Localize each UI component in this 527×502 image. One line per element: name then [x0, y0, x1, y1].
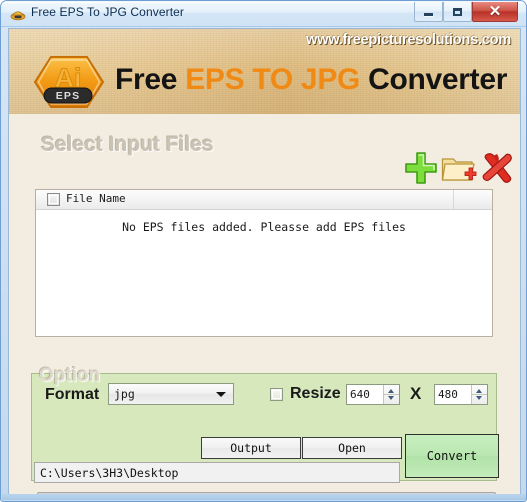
- clear-list-icon[interactable]: [480, 149, 516, 185]
- minimize-button[interactable]: [414, 2, 443, 22]
- spinner-up-icon[interactable]: [388, 389, 394, 393]
- close-icon: ✕: [473, 2, 517, 21]
- chevron-down-icon: [216, 392, 226, 397]
- checkbox-inner: [272, 390, 281, 399]
- product-logo-icon: Ai EPS: [31, 54, 107, 111]
- checkbox-inner: [49, 195, 58, 204]
- app-icon: [10, 7, 26, 21]
- section-title-select-input-files: Select Input Files: [41, 133, 214, 156]
- client-area: www.freepicturesolutions.com Ai EPS Free: [8, 28, 521, 496]
- product-title-part3: Converter: [360, 63, 508, 96]
- file-list-column-filename[interactable]: File Name: [36, 190, 454, 209]
- product-title: Free EPS TO JPG Converter: [115, 61, 507, 99]
- resize-width-stepper[interactable]: 640: [346, 384, 400, 405]
- application-window: Free EPS To JPG Converter ✕ www.freepict…: [0, 0, 527, 502]
- title-bar: Free EPS To JPG Converter ✕: [1, 1, 526, 27]
- file-list-column-header-label: File Name: [66, 192, 126, 205]
- website-url: www.freepicturesolutions.com: [306, 32, 511, 48]
- resize-checkbox[interactable]: [270, 388, 283, 401]
- output-path-value: C:\Users\3H3\Desktop: [40, 466, 179, 480]
- file-list-empty-message: No EPS files added. Pleasse add EPS file…: [122, 220, 406, 234]
- open-button[interactable]: Open: [302, 437, 402, 459]
- convert-button[interactable]: Convert: [405, 434, 499, 478]
- output-path-input[interactable]: C:\Users\3H3\Desktop: [34, 462, 400, 483]
- spinner-up-icon[interactable]: [476, 389, 482, 393]
- close-button[interactable]: ✕: [472, 2, 518, 22]
- window-bottom-strip: [2, 494, 526, 500]
- product-title-part2: EPS TO JPG: [185, 63, 361, 96]
- resize-width-value: 640: [350, 388, 370, 401]
- file-list-header: File Name: [36, 190, 492, 210]
- minimize-icon: [415, 2, 442, 21]
- format-selected-value: jpg: [114, 387, 135, 401]
- file-list-column-secondary[interactable]: [455, 190, 492, 209]
- dimension-separator-label: X: [410, 384, 422, 403]
- format-select[interactable]: jpg: [108, 383, 234, 405]
- spinner-down-icon[interactable]: [476, 396, 482, 400]
- spinner-divider: [384, 394, 399, 395]
- resize-label: Resize: [290, 385, 341, 402]
- add-files-icon[interactable]: [404, 151, 438, 185]
- add-folder-icon[interactable]: [441, 153, 477, 183]
- spinner-down-icon[interactable]: [388, 396, 394, 400]
- window-title: Free EPS To JPG Converter: [31, 5, 185, 19]
- resize-height-value: 480: [438, 388, 458, 401]
- svg-text:EPS: EPS: [56, 90, 81, 102]
- maximize-button[interactable]: [443, 2, 472, 22]
- select-all-checkbox[interactable]: [47, 193, 60, 206]
- resize-height-spinner-buttons[interactable]: [471, 385, 487, 404]
- format-label: Format: [45, 386, 100, 403]
- close-glyph: ✕: [488, 3, 502, 20]
- maximize-icon: [444, 2, 471, 21]
- resize-height-stepper[interactable]: 480: [434, 384, 488, 405]
- output-button[interactable]: Output: [201, 437, 301, 459]
- file-list[interactable]: File Name No EPS files added. Pleasse ad…: [35, 189, 493, 337]
- resize-width-spinner-buttons[interactable]: [383, 385, 399, 404]
- spinner-divider: [472, 394, 487, 395]
- product-title-part1: Free: [115, 63, 186, 96]
